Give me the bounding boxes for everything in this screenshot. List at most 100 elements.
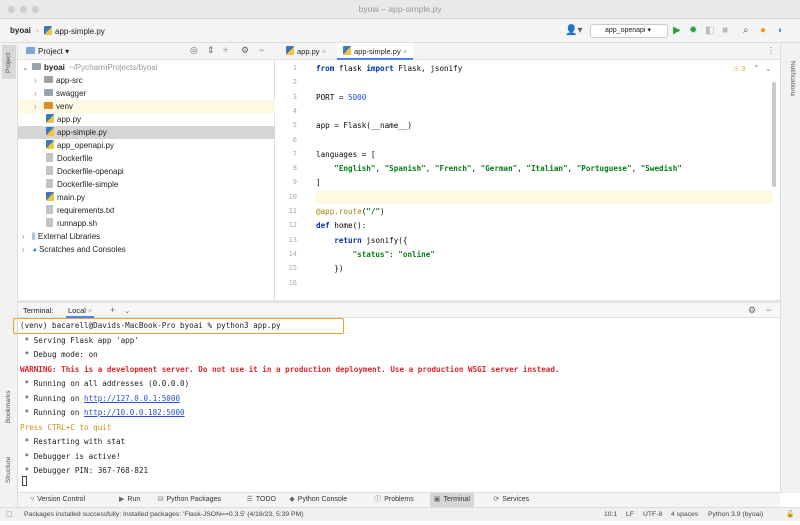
lock-icon[interactable]: 🔓 (786, 508, 794, 521)
tree-item[interactable]: app_openapi.py (18, 139, 275, 152)
file-encoding[interactable]: UTF-8 (643, 508, 662, 521)
more-tabs-icon[interactable]: ⋮ (767, 46, 775, 55)
tree-item-label: runnapp.sh (57, 219, 98, 228)
updates-icon[interactable]: ● (760, 25, 766, 37)
line-number: 14 (288, 249, 297, 258)
code-token: "online" (398, 249, 435, 259)
debug-icon[interactable]: ✹ (689, 25, 697, 37)
tool-window-label: Terminal (443, 496, 470, 503)
editor-scrollbar[interactable] (772, 82, 776, 187)
close-tab-icon[interactable]: × (88, 306, 92, 315)
project-tree: ⌄ byoai ~/PycharmProjects/byoai › app-src › sw… (18, 60, 275, 300)
code-token: @app.route (316, 207, 362, 216)
tree-item[interactable]: app.py (18, 113, 275, 126)
tree-item[interactable]: › ⫼ External Libraries (18, 230, 275, 243)
tool-window-todo[interactable]: ☰ TODO (243, 493, 280, 507)
plugin-icon[interactable]: ◗ (777, 25, 783, 37)
project-panel-title: Project (38, 47, 63, 56)
tab-app-simple-py[interactable]: app-simple.py × (337, 43, 414, 60)
next-highlight-icon[interactable]: ⌄ (765, 64, 772, 73)
collapse-all-icon[interactable]: ÷ (223, 45, 228, 55)
event-log-icon[interactable]: ▢ (6, 508, 12, 521)
zoom-window-button[interactable] (32, 6, 39, 13)
file-icon (46, 179, 53, 188)
terminal-tab-local[interactable]: Local × (66, 303, 95, 318)
terminal-link[interactable]: http://127.0.0.1:5000 (84, 394, 180, 403)
scratches-icon: ◕ (32, 245, 40, 254)
close-window-button[interactable] (8, 6, 15, 13)
terminal-tab-label: Local (68, 306, 86, 315)
line-number: 8 (292, 164, 297, 173)
gear-icon[interactable]: ⚙ (748, 303, 756, 318)
code-line: return jsonify({ (316, 236, 407, 245)
tree-item[interactable]: runnapp.sh (18, 217, 275, 230)
new-terminal-icon[interactable]: + (110, 303, 115, 318)
code-line: @app.route("/") (316, 207, 385, 216)
close-tab-icon[interactable]: × (320, 47, 326, 56)
tree-item[interactable]: main.py (18, 191, 275, 204)
chevron-right-icon[interactable]: › (34, 87, 44, 100)
run-icon[interactable]: ▶ (673, 25, 681, 37)
chevron-right-icon[interactable]: › (22, 230, 32, 243)
indent-setting[interactable]: 4 spaces (671, 508, 698, 521)
terminal-output[interactable]: (venv) bacarell@Davids-MacBook-Pro byoai… (18, 318, 780, 492)
expand-all-icon[interactable]: ⇕ (207, 45, 215, 56)
terminal-dropdown-icon[interactable]: ⌄ (124, 303, 130, 318)
tool-window-version-control[interactable]: ⑂ Version Control (26, 493, 89, 507)
hide-panel-icon[interactable]: − (259, 45, 264, 55)
terminal-label: Terminal: (23, 306, 54, 315)
tool-window-python-console[interactable]: ◆ Python Console (285, 493, 351, 507)
tree-item[interactable]: Dockerfile-openapi (18, 165, 275, 178)
breadcrumb-file[interactable]: app-simple.py (44, 26, 105, 36)
terminal-link[interactable]: http://10.0.0.182:5000 (84, 408, 185, 417)
caret-position[interactable]: 10:1 (604, 508, 617, 521)
tab-app-py[interactable]: app.py × (280, 43, 332, 60)
chevron-right-icon[interactable]: › (34, 74, 44, 87)
tree-item[interactable]: Dockerfile (18, 152, 275, 165)
chevron-right-icon[interactable]: › (34, 100, 44, 113)
breadcrumb-project[interactable]: byoai (10, 26, 31, 35)
tree-item[interactable]: requirements.txt (18, 204, 275, 217)
tree-item[interactable]: Dockerfile-simple (18, 178, 275, 191)
terminal-line: Press CTRL+C to quit (20, 423, 111, 432)
tree-item[interactable]: › ◕ Scratches and Consoles (18, 243, 275, 256)
chevron-right-icon[interactable]: › (22, 243, 32, 256)
run-configuration-select[interactable]: app_openapi ▾ (590, 24, 668, 38)
tree-item[interactable]: app-simple.py (18, 126, 275, 139)
python-file-icon (44, 26, 52, 35)
tree-item[interactable]: › app-src (18, 74, 275, 87)
status-message[interactable]: Packages installed successfully: Install… (24, 508, 304, 521)
notifications-stripe-button[interactable]: Notifications (789, 61, 796, 96)
tree-item[interactable]: › venv (18, 100, 275, 113)
project-view-selector[interactable]: Project ▾ (26, 47, 69, 56)
search-icon[interactable]: ⌕ (743, 25, 749, 37)
user-icon[interactable]: 👤▾ (565, 25, 582, 37)
tool-window-problems[interactable]: ⓘ Problems (370, 493, 418, 507)
close-tab-icon[interactable]: × (401, 47, 407, 56)
code-editor[interactable]: 1 2 3 4 5 6 7 8 9 10 11 12 13 14 15 16 ⚠ 3 ⌃ ⌄ from fla… (275, 60, 780, 300)
line-number: 9 (292, 178, 297, 187)
previous-highlight-icon[interactable]: ⌃ (753, 64, 760, 73)
bookmarks-stripe-button[interactable]: Bookmarks (5, 390, 12, 423)
tree-item[interactable]: › swagger (18, 87, 275, 100)
project-stripe-button[interactable]: Project (2, 45, 16, 79)
tool-window-terminal[interactable]: ▣ Terminal (429, 493, 474, 507)
tool-window-python-packages[interactable]: ⛁ Python Packages (154, 493, 225, 507)
warnings-indicator[interactable]: ⚠ 3 (733, 65, 745, 73)
tree-item[interactable]: ⌄ byoai ~/PycharmProjects/byoai (18, 61, 275, 74)
gear-icon[interactable]: ⚙ (241, 45, 249, 56)
stop-icon[interactable]: ■ (722, 25, 728, 37)
minimize-window-button[interactable] (20, 6, 27, 13)
tool-window-services[interactable]: ⟳ Services (489, 493, 533, 507)
locate-file-icon[interactable]: ◎ (190, 45, 198, 56)
code-token: , (375, 164, 385, 174)
structure-stripe-button[interactable]: Structure (5, 457, 12, 483)
python-interpreter[interactable]: Python 3.9 (byoai) (708, 508, 763, 521)
line-separator[interactable]: LF (626, 508, 634, 521)
chevron-down-icon[interactable]: ⌄ (22, 61, 32, 74)
tool-window-run[interactable]: ▶ Run (115, 493, 144, 507)
code-token: "Portuguese" (576, 164, 632, 174)
coverage-icon[interactable]: ◧ (705, 25, 714, 37)
hide-panel-icon[interactable]: − (766, 303, 771, 318)
